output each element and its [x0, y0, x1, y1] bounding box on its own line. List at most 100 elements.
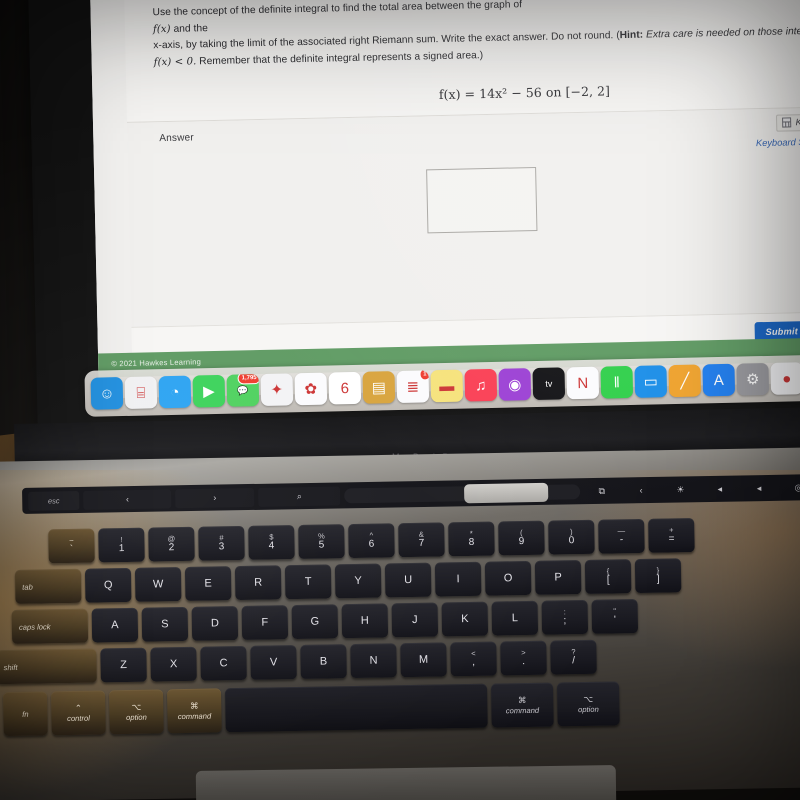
key-v[interactable]: V — [250, 645, 297, 680]
key-k[interactable]: K — [441, 601, 489, 637]
touchbar-fullscreen-icon[interactable]: ⧉ — [584, 481, 620, 501]
touchbar-forward-icon[interactable]: › — [175, 487, 255, 508]
key-1[interactable]: ! 1 — [98, 527, 145, 563]
key-punct-/[interactable]: ? / — [550, 639, 597, 675]
key-9[interactable]: (9 — [498, 520, 545, 556]
key-shift-left[interactable]: shift — [0, 648, 97, 685]
key-d[interactable]: D — [191, 606, 239, 641]
key-punct-'[interactable]: " ' — [591, 599, 639, 634]
dock-icon-app-store[interactable]: A — [702, 363, 736, 397]
key-4[interactable]: $4 — [248, 525, 295, 560]
key-lower-label: ' — [613, 614, 616, 626]
key-n[interactable]: N — [350, 643, 397, 679]
key-r[interactable]: R — [234, 565, 282, 601]
key-j[interactable]: J — [391, 602, 439, 638]
touchbar-volume-icon[interactable]: ◂ — [741, 478, 777, 498]
key-i[interactable]: I — [434, 561, 482, 597]
key--[interactable]: — - — [598, 518, 645, 554]
key-m[interactable]: M — [400, 642, 447, 678]
key-command-right[interactable]: ⌘ command — [490, 682, 554, 728]
key-q[interactable]: Q — [84, 567, 132, 603]
keyboard[interactable]: ~ `! 1 @2 #3 $4% 5 ^ 6 & 7 * 8(9) 0— - + = tab Q W E R T Y U I O P{… — [0, 504, 800, 750]
key-5[interactable]: % 5 — [298, 524, 345, 559]
key-z[interactable]: Z — [100, 647, 147, 683]
dock-icon-reminders[interactable]: ≣ 1 — [396, 370, 430, 404]
touchbar-back-icon[interactable]: ‹ — [83, 488, 172, 510]
touchbar-brightness-icon[interactable]: ☀ — [663, 480, 699, 500]
key-u[interactable]: U — [384, 562, 432, 598]
key-h[interactable]: H — [341, 603, 389, 639]
key-option-right[interactable]: ⌥ option — [556, 681, 620, 727]
dock-icon-health[interactable]: ✦ — [260, 373, 294, 407]
key-punct-,[interactable]: <, — [450, 641, 497, 677]
dock-icon-calendar[interactable]: 6 — [328, 371, 362, 405]
key-e[interactable]: E — [184, 566, 232, 601]
contacts-icon: ▤ — [371, 379, 387, 397]
answer-input[interactable] — [426, 166, 538, 234]
key-l[interactable]: L — [491, 600, 539, 636]
key-option[interactable]: ⌥ option — [109, 689, 164, 735]
dock-icon-safari[interactable]: ◔ — [158, 375, 192, 409]
touchbar-mute-icon[interactable]: ◂ — [702, 479, 738, 499]
key-6[interactable]: ^ 6 — [348, 523, 395, 559]
photograph-of-macbook: Use the concept of the definite integral… — [0, 0, 800, 800]
dock-icon-news[interactable]: N — [566, 366, 600, 400]
key-b[interactable]: B — [300, 644, 347, 679]
dock-icon-finder[interactable]: ☺ — [90, 377, 124, 410]
key-upper-label: ! — [120, 534, 123, 544]
keyboard-shortcuts-link[interactable]: Keyboard Shortcuts — [756, 136, 800, 148]
dock-icon-notes[interactable]: ▬ — [430, 369, 464, 403]
key-control[interactable]: ⌃ control — [51, 690, 106, 736]
key-x[interactable]: X — [150, 646, 197, 682]
dock-icon-photos[interactable]: ✿ — [294, 372, 328, 406]
key-modifier-label: control — [67, 713, 90, 724]
dock-icon-google-chrome[interactable]: ● — [770, 362, 800, 395]
key-y[interactable]: Y — [334, 563, 382, 599]
key-a[interactable]: A — [91, 607, 139, 643]
key-f[interactable]: F — [241, 605, 289, 640]
touchbar-slider[interactable] — [344, 482, 581, 503]
key-o[interactable]: O — [484, 560, 532, 596]
key-command[interactable]: ⌘ command — [167, 688, 222, 734]
dock-icon-messages[interactable]: 💬 1,795 — [226, 374, 260, 407]
key-c[interactable]: C — [200, 645, 247, 681]
dock-icon-pages[interactable]: ╱ — [668, 364, 702, 398]
touchbar-esc[interactable]: esc — [28, 490, 80, 511]
key-`[interactable]: ~ ` — [48, 528, 95, 564]
key-space[interactable] — [225, 683, 488, 733]
key-p[interactable]: P — [534, 560, 582, 595]
key-2[interactable]: @2 — [148, 526, 195, 562]
key-punct-.[interactable]: >. — [500, 640, 547, 676]
touchbar-search-icon[interactable]: ⌕ — [257, 485, 341, 507]
key-g[interactable]: G — [291, 604, 339, 640]
key-punct-;[interactable]: :; — [541, 599, 589, 635]
key-0[interactable]: ) 0 — [548, 519, 595, 555]
key-t[interactable]: T — [284, 564, 332, 600]
key-w[interactable]: W — [134, 567, 182, 602]
key-bracket-][interactable]: }] — [634, 558, 682, 594]
key-s[interactable]: S — [141, 606, 189, 642]
key-8[interactable]: * 8 — [448, 521, 495, 557]
trackpad[interactable] — [195, 765, 617, 800]
dock-icon-system-settings[interactable]: ⚙ — [736, 362, 770, 396]
dock-icon-keynote[interactable]: ▭ — [634, 365, 668, 398]
dock-icon-facetime[interactable]: ▶ — [192, 374, 226, 408]
key-tab[interactable]: tab — [14, 568, 82, 604]
touchbar-prev-icon[interactable]: ‹ — [623, 480, 659, 500]
dock-icon-podcasts[interactable]: ◉ — [498, 368, 532, 401]
dock-icon-music[interactable]: ♫ — [464, 368, 498, 402]
dock-icon-apple-tv[interactable]: tv — [532, 367, 566, 401]
key-3[interactable]: #3 — [198, 525, 245, 561]
dock-icon-stocks[interactable]: ‖ — [600, 365, 634, 399]
key-label: A — [111, 619, 119, 632]
touchbar-slider-knob[interactable] — [464, 482, 549, 503]
key-fn[interactable]: fn — [3, 691, 48, 737]
keypad-button[interactable]: Keypad — [776, 113, 800, 132]
touchbar-siri-icon[interactable]: ◎ — [781, 478, 800, 498]
key-7[interactable]: & 7 — [398, 522, 445, 558]
dock-icon-launchpad[interactable]: ⌸ — [124, 376, 158, 409]
dock-icon-contacts[interactable]: ▤ — [362, 371, 396, 404]
key-bracket-[[interactable]: {[ — [584, 559, 632, 594]
key-caps-lock[interactable]: caps lock — [11, 608, 89, 644]
key-=[interactable]: + = — [648, 518, 695, 553]
